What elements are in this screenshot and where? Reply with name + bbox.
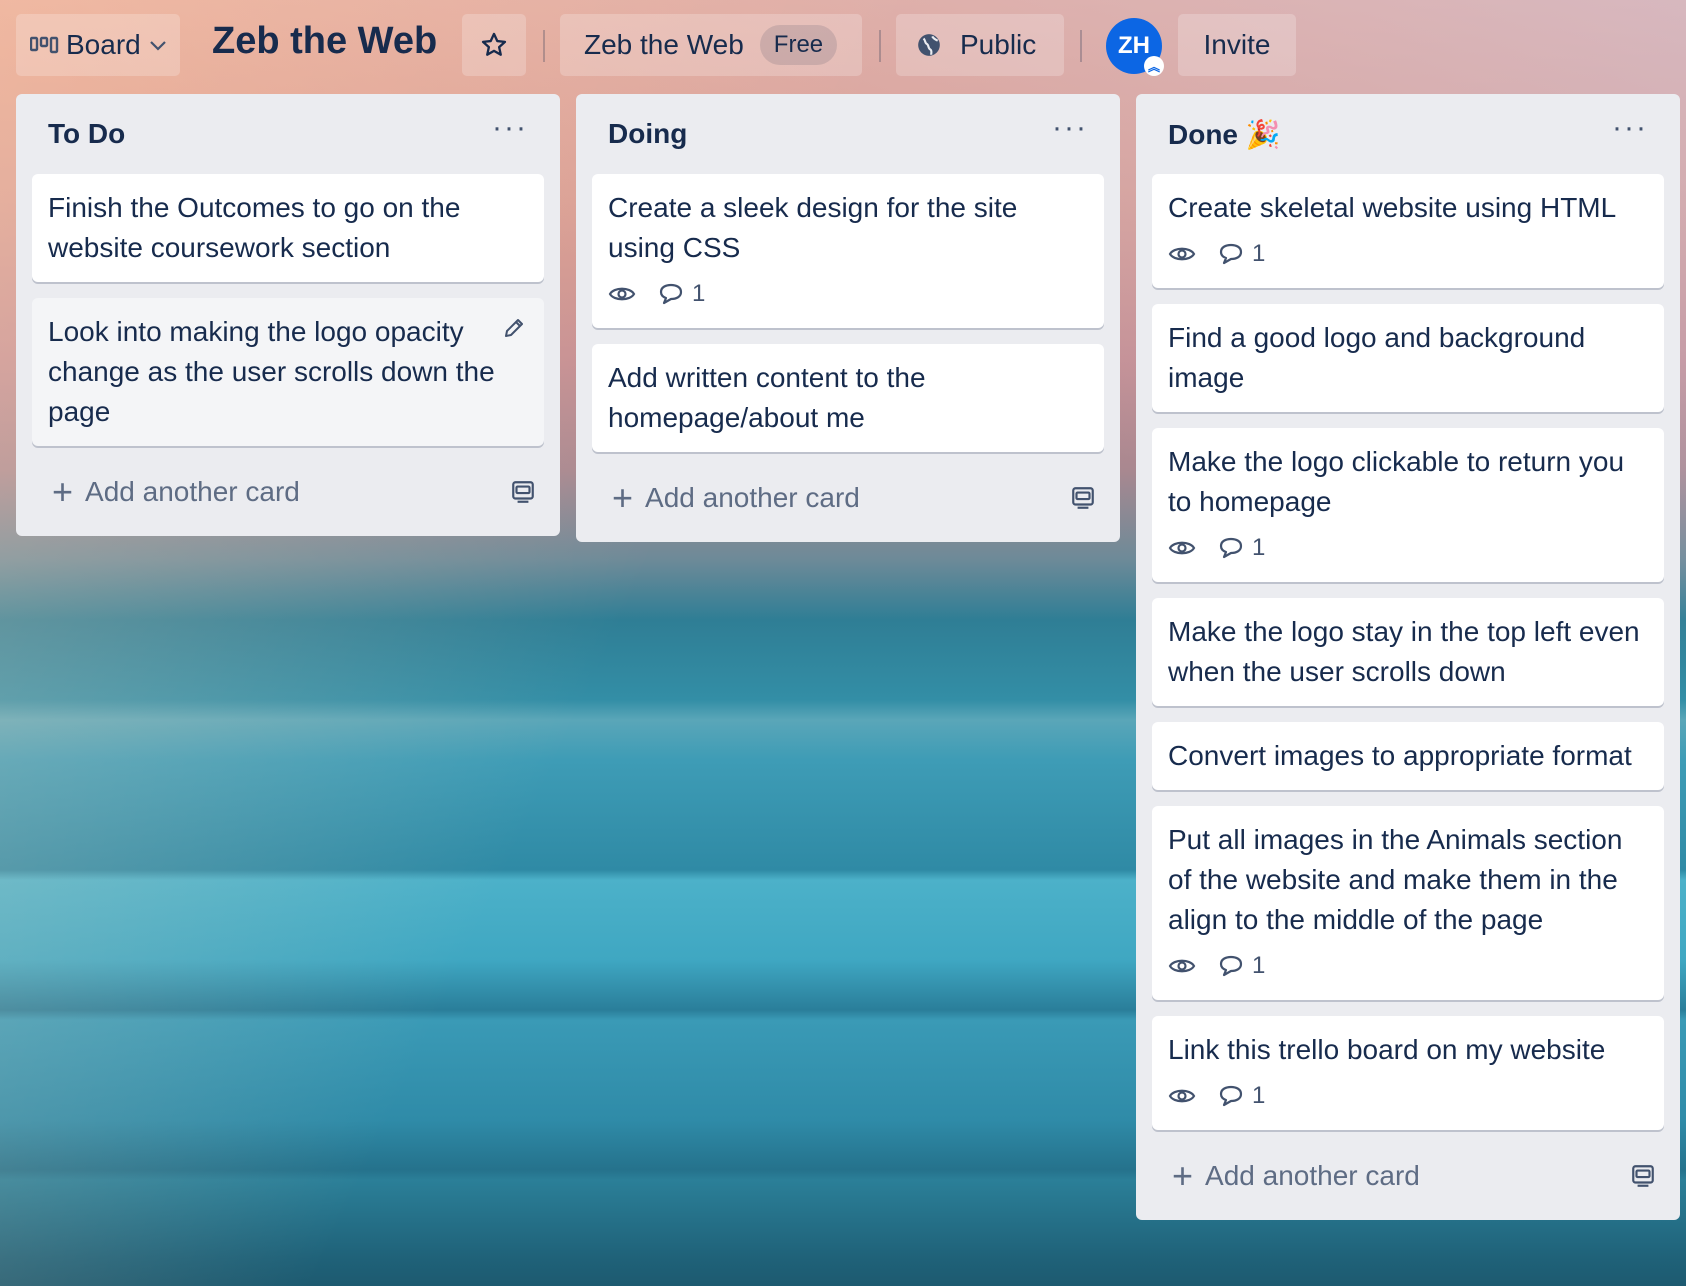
comment-count: 1 bbox=[1252, 534, 1266, 561]
add-card-label: Add another card bbox=[85, 476, 300, 507]
star-button[interactable] bbox=[462, 14, 526, 76]
invite-button[interactable]: Invite bbox=[1178, 14, 1296, 76]
card-title: Add written content to the homepage/abou… bbox=[608, 362, 926, 433]
comment-icon bbox=[1218, 954, 1244, 978]
list-header: To Do ··· bbox=[32, 94, 544, 174]
comment-count: 1 bbox=[1252, 1082, 1266, 1109]
eye-icon bbox=[1168, 1086, 1196, 1106]
list-done: Done 🎉 ··· Create skeletal website using… bbox=[1136, 94, 1680, 1220]
card[interactable]: Make the logo clickable to return you to… bbox=[1152, 428, 1664, 582]
comment-icon bbox=[1218, 536, 1244, 560]
card[interactable]: Finish the Outcomes to go on the website… bbox=[32, 174, 544, 282]
card[interactable]: Look into making the logo opacity change… bbox=[32, 298, 544, 446]
divider bbox=[1080, 30, 1082, 62]
card-badges: 1 bbox=[1168, 234, 1648, 274]
card-title: Create skeletal website using HTML bbox=[1168, 192, 1617, 223]
list-menu-icon[interactable]: ··· bbox=[1612, 113, 1648, 155]
globe-icon bbox=[916, 32, 942, 58]
avatar-initials: ZH bbox=[1118, 32, 1150, 59]
list-title-text: Done bbox=[1168, 118, 1238, 150]
card-title: Make the logo clickable to return you to… bbox=[1168, 446, 1625, 517]
comment-badge: 1 bbox=[1218, 534, 1265, 562]
add-card-button[interactable]: + Add another card bbox=[592, 468, 1104, 528]
workspace-button[interactable]: Zeb the Web Free bbox=[560, 14, 862, 76]
pencil-icon[interactable] bbox=[502, 316, 526, 345]
card[interactable]: Put all images in the Animals section of… bbox=[1152, 806, 1664, 1000]
eye-icon bbox=[1168, 538, 1196, 558]
board-header: Board Zeb the Web Zeb the Web Free Publi… bbox=[0, 0, 1686, 92]
comment-badge: 1 bbox=[1218, 1082, 1265, 1110]
card-title: Create a sleek design for the site using… bbox=[608, 192, 1018, 263]
view-switcher-button[interactable]: Board bbox=[16, 14, 180, 76]
card[interactable]: Create a sleek design for the site using… bbox=[592, 174, 1104, 328]
comment-count: 1 bbox=[1252, 240, 1266, 267]
workspace-name: Zeb the Web bbox=[584, 29, 744, 60]
board-title[interactable]: Zeb the Web bbox=[212, 20, 437, 63]
template-icon[interactable] bbox=[1630, 1163, 1656, 1189]
card[interactable]: Find a good logo and background image bbox=[1152, 304, 1664, 412]
invite-label: Invite bbox=[1203, 29, 1271, 60]
list-todo: To Do ··· Finish the Outcomes to go on t… bbox=[16, 94, 560, 536]
comment-badge: 1 bbox=[1218, 952, 1265, 980]
divider bbox=[543, 30, 545, 62]
list-menu-icon[interactable]: ··· bbox=[492, 113, 528, 155]
add-card-label: Add another card bbox=[1205, 1160, 1420, 1191]
plus-icon: + bbox=[1172, 1155, 1194, 1196]
board-view-icon bbox=[30, 35, 60, 55]
add-card-button[interactable]: + Add another card bbox=[32, 462, 544, 522]
card[interactable]: Link this trello board on my website 1 bbox=[1152, 1016, 1664, 1130]
add-card-label: Add another card bbox=[645, 482, 860, 513]
eye-icon bbox=[1168, 956, 1196, 976]
list-header: Doing ··· bbox=[592, 94, 1104, 174]
list-title[interactable]: To Do bbox=[48, 118, 125, 150]
card-title: Make the logo stay in the top left even … bbox=[1168, 616, 1640, 687]
comment-icon bbox=[1218, 242, 1244, 266]
card-title: Put all images in the Animals section of… bbox=[1168, 824, 1623, 935]
card-title: Link this trello board on my website bbox=[1168, 1034, 1606, 1065]
card[interactable]: Create skeletal website using HTML 1 bbox=[1152, 174, 1664, 288]
admin-chevron-icon: ︽ bbox=[1144, 56, 1164, 76]
card[interactable]: Add written content to the homepage/abou… bbox=[592, 344, 1104, 452]
list-title[interactable]: Doing bbox=[608, 118, 687, 150]
card-badges: 1 bbox=[1168, 1076, 1648, 1116]
eye-icon bbox=[1168, 244, 1196, 264]
divider bbox=[879, 30, 881, 62]
plus-icon: + bbox=[52, 471, 74, 512]
template-icon[interactable] bbox=[510, 479, 536, 505]
comment-count: 1 bbox=[692, 280, 706, 307]
card-badges: 1 bbox=[608, 274, 1088, 314]
comment-icon bbox=[658, 282, 684, 306]
comment-icon bbox=[1218, 1084, 1244, 1108]
eye-icon bbox=[608, 284, 636, 304]
card-title: Finish the Outcomes to go on the website… bbox=[48, 192, 461, 263]
card-title: Convert images to appropriate format bbox=[1168, 740, 1632, 771]
card-badges: 1 bbox=[1168, 528, 1648, 568]
comment-count: 1 bbox=[1252, 952, 1266, 979]
chevron-down-icon bbox=[149, 39, 167, 51]
avatar[interactable]: ZH ︽ bbox=[1106, 18, 1164, 76]
card[interactable]: Convert images to appropriate format bbox=[1152, 722, 1664, 790]
card[interactable]: Make the logo stay in the top left even … bbox=[1152, 598, 1664, 706]
template-icon[interactable] bbox=[1070, 485, 1096, 511]
add-card-button[interactable]: + Add another card bbox=[1152, 1146, 1664, 1206]
visibility-label: Public bbox=[960, 29, 1037, 60]
comment-badge: 1 bbox=[658, 280, 705, 308]
list-header: Done 🎉 ··· bbox=[1152, 94, 1664, 174]
card-badges: 1 bbox=[1168, 946, 1648, 986]
party-popper-icon: 🎉 bbox=[1245, 118, 1281, 150]
list-doing: Doing ··· Create a sleek design for the … bbox=[576, 94, 1120, 542]
card-title: Find a good logo and background image bbox=[1168, 322, 1586, 393]
comment-badge: 1 bbox=[1218, 240, 1265, 268]
plus-icon: + bbox=[612, 477, 634, 518]
visibility-button[interactable]: Public bbox=[896, 14, 1064, 76]
list-title[interactable]: Done 🎉 bbox=[1168, 118, 1281, 151]
plan-badge: Free bbox=[759, 25, 838, 65]
star-icon bbox=[480, 31, 508, 59]
list-menu-icon[interactable]: ··· bbox=[1052, 113, 1088, 155]
card-title: Look into making the logo opacity change… bbox=[48, 316, 495, 427]
view-label: Board bbox=[66, 29, 141, 60]
